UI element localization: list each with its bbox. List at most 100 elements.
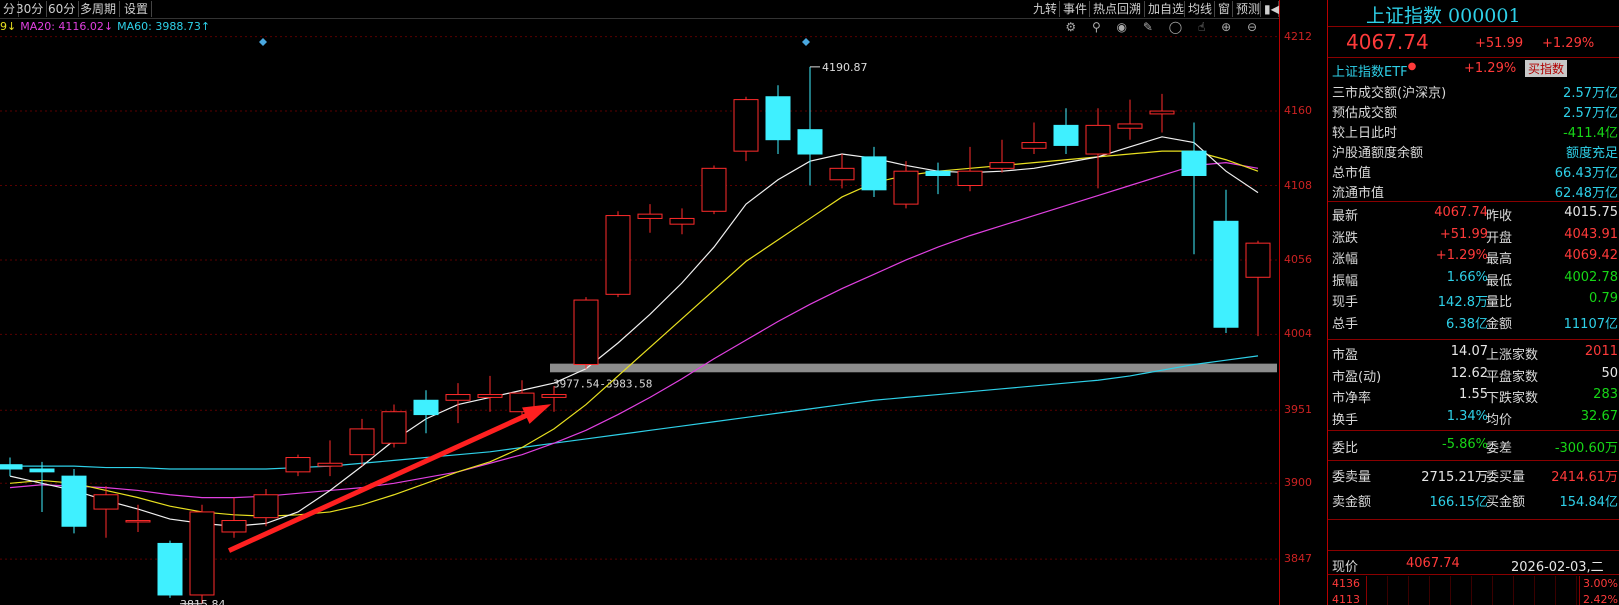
low-label: 3815.84	[180, 598, 226, 605]
stat-value: 62.48万亿	[1554, 186, 1618, 201]
candle-body	[829, 167, 855, 181]
stat-label: 总市值	[1332, 166, 1372, 181]
order-label: 卖金额	[1332, 495, 1372, 510]
tool-button[interactable]: 预测	[1233, 1, 1261, 17]
ma-legend-item: MA20: 4116.02↓	[20, 20, 114, 33]
y-tick-label: 4056	[1284, 252, 1312, 266]
quote-label: 下跌家数	[1486, 391, 1539, 406]
y-tick-label: 4004	[1284, 327, 1312, 341]
candle-body	[93, 494, 119, 510]
etf-name[interactable]: 上证指数ETF●	[1332, 61, 1416, 80]
candle-body	[541, 394, 567, 398]
period-button[interactable]: 60分	[45, 1, 80, 17]
kline-svg[interactable]: 3977.54-3983.58 4190.87 3815.84	[0, 0, 1279, 605]
candle-body	[797, 129, 823, 155]
quote-label: 金额	[1486, 316, 1513, 332]
order-value: 2414.61万	[1551, 470, 1618, 485]
ma20-line	[9, 161, 1259, 499]
candle-body	[157, 542, 183, 596]
stat-label: 三市成交额(沪深京)	[1332, 86, 1447, 101]
candle-body	[189, 511, 215, 596]
quote-label: 上涨家数	[1486, 348, 1539, 363]
order-label: 委卖量	[1332, 470, 1372, 485]
quote-label: 换手	[1332, 412, 1359, 428]
candle-body	[29, 468, 55, 473]
candle-body	[221, 520, 247, 533]
candle-body	[253, 494, 279, 519]
tool-button[interactable]: 均线	[1185, 1, 1215, 17]
order-label: 买金额	[1486, 495, 1526, 510]
kline-chart[interactable]: 3977.54-3983.58 4190.87 3815.84 分 30分 60分 多周期…	[0, 0, 1280, 605]
quote-label: 涨跌	[1332, 230, 1359, 246]
candle-body	[765, 96, 791, 141]
quote-value: 4002.78	[1564, 269, 1618, 285]
candle-body	[477, 394, 503, 398]
quote-value: 11107亿	[1563, 316, 1618, 332]
stat-value: 额度充足	[1565, 146, 1618, 161]
quote-label: 昨收	[1486, 209, 1513, 224]
weibi-value: -5.86%	[1442, 437, 1488, 452]
quote-label: 现手	[1332, 295, 1359, 310]
quote-label: 均价	[1486, 412, 1513, 428]
candle-body	[637, 213, 663, 219]
candle-body	[413, 399, 439, 416]
ma-legend: 9↓ MA20: 4116.02↓ MA60: 3988.73↑	[0, 20, 214, 33]
period-button[interactable]: 设置	[121, 1, 153, 17]
candle-body	[701, 167, 727, 212]
tool-button[interactable]: 热点回溯	[1090, 1, 1145, 17]
event-diamond-icon	[259, 38, 267, 46]
candle-body	[861, 156, 887, 191]
mini-price-tick: 4113	[1332, 593, 1360, 605]
tool-button[interactable]: 窗	[1215, 1, 1233, 17]
y-tick-label: 4212	[1284, 29, 1312, 43]
ma5-line	[9, 136, 1259, 527]
now-label: 现价	[1332, 560, 1359, 575]
price-axis: 4212 4160 4108 4056 4004 3951 3900 3847	[1279, 0, 1328, 605]
ma60-line	[10, 355, 1259, 470]
ma-legend-item: MA60: 3988.73↑	[117, 20, 211, 33]
chart-tool-icons[interactable]: ⚙ ⚲ ◉ ✎ ◯ ☝ ⊕ ⊖	[1065, 20, 1263, 34]
candle-body	[1053, 124, 1079, 146]
tool-button[interactable]: 加自选	[1145, 1, 1185, 17]
support-band	[550, 363, 1277, 373]
ma10-line	[9, 150, 1259, 517]
candle-body	[925, 170, 951, 176]
candle-body	[1149, 110, 1175, 115]
quote-value: 4043.91	[1564, 226, 1618, 242]
quote-value: +51.99	[1439, 226, 1488, 242]
ma-legend-item: 9↓	[0, 20, 17, 33]
quote-label: 最高	[1486, 252, 1513, 267]
candle-body	[605, 215, 631, 295]
y-tick-label: 3951	[1284, 403, 1312, 417]
period-button[interactable]: 30分	[13, 1, 48, 17]
order-value: 166.15亿	[1429, 495, 1489, 510]
quote-label: 总手	[1332, 316, 1359, 332]
y-tick-label: 4160	[1284, 104, 1312, 118]
period-toolbar: 分 30分 60分 多周期 设置 ▮◀ 预测窗均线 加自选 热点回溯 事件 九转	[0, 0, 1280, 19]
buy-index-button[interactable]: 买指数	[1525, 60, 1568, 77]
y-tick-label: 3900	[1284, 476, 1312, 490]
candle-body	[381, 411, 407, 444]
support-label: 3977.54-3983.58	[553, 377, 652, 390]
candle-body	[733, 99, 759, 152]
quote-value: 4067.74	[1434, 205, 1488, 220]
candle-body	[989, 162, 1015, 169]
quote-value: 0.79	[1589, 291, 1618, 306]
tool-button[interactable]: 九转	[1030, 1, 1060, 17]
candle-body	[349, 428, 375, 456]
quote-value: 1.66%	[1446, 269, 1488, 285]
now-date: 2026-02-03,二	[1511, 560, 1604, 575]
stat-value: -411.4亿	[1563, 126, 1618, 141]
tool-button[interactable]: ▮◀	[1261, 1, 1280, 17]
quote-value: 6.38亿	[1446, 316, 1488, 332]
quote-value: 142.8万	[1437, 295, 1488, 310]
mini-chart-frame	[1366, 576, 1580, 605]
candle-body	[61, 475, 87, 527]
high-label: 4190.87	[822, 61, 868, 74]
candle-body	[1181, 150, 1207, 176]
mini-pct-tick: 3.00%	[1583, 577, 1618, 590]
period-button[interactable]: 多周期	[77, 1, 121, 17]
tool-button[interactable]: 事件	[1060, 1, 1090, 17]
quote-value: 1.55	[1459, 387, 1488, 402]
candle-body	[669, 217, 695, 225]
